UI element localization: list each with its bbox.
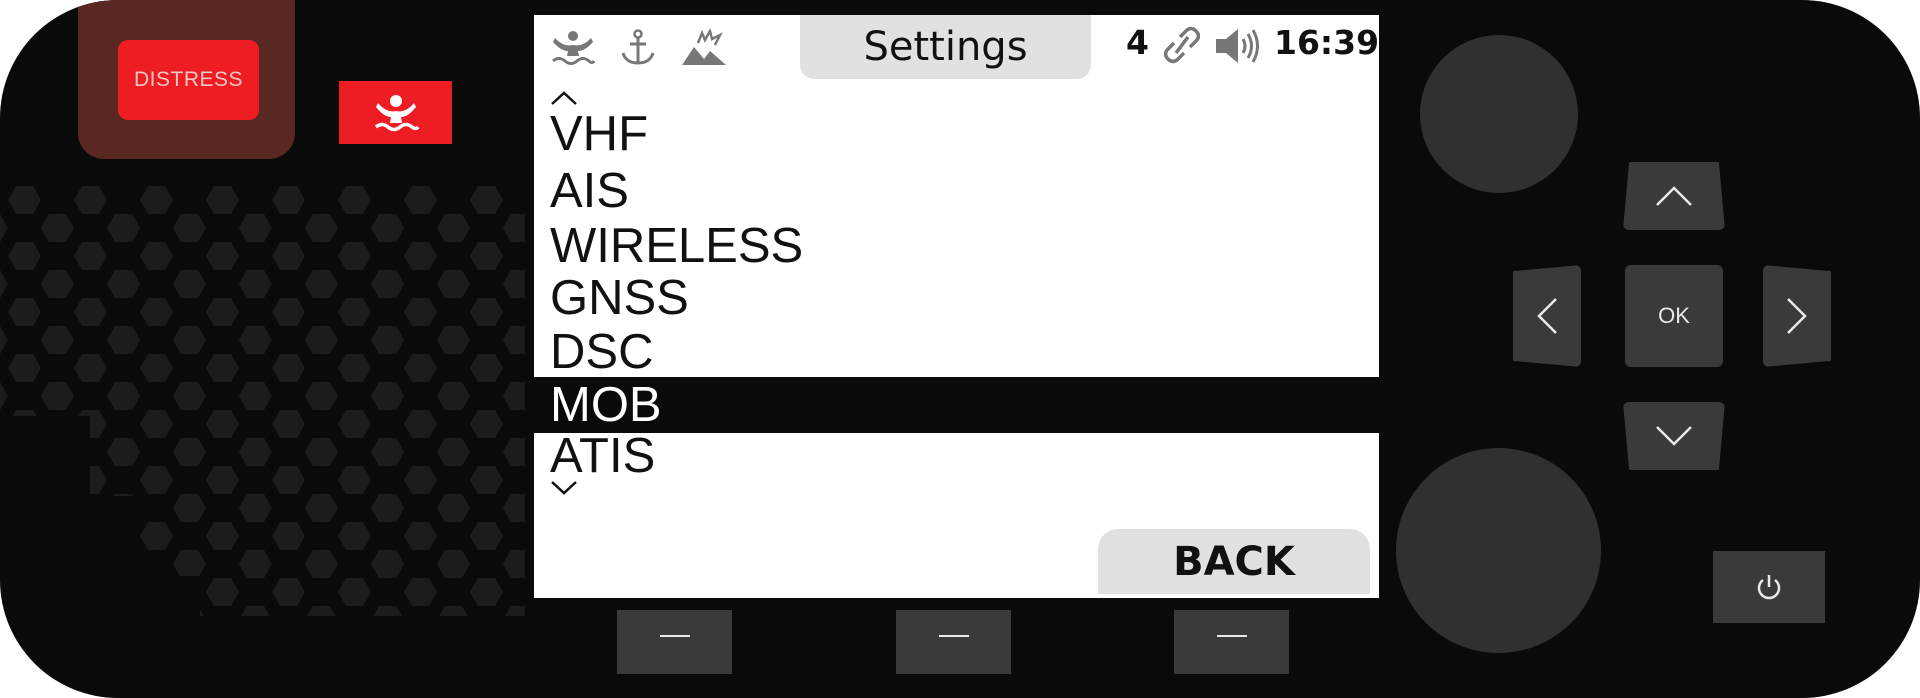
- menu-item-atis[interactable]: ATIS: [534, 429, 1379, 483]
- man-overboard-icon: [374, 94, 419, 131]
- power-button[interactable]: [1713, 551, 1825, 623]
- man-overboard-status-icon: [552, 31, 596, 65]
- menu-item-wireless[interactable]: WIRELESS: [534, 219, 1379, 273]
- ok-button[interactable]: OK: [1625, 265, 1723, 367]
- chevron-right-icon: [1787, 298, 1807, 334]
- chevron-left-icon: [1537, 298, 1557, 334]
- volume-knob[interactable]: [1396, 448, 1601, 653]
- soft-key-1[interactable]: [617, 610, 732, 674]
- power-icon: [1757, 575, 1781, 600]
- chevron-down-icon: [551, 481, 577, 495]
- speaker-grille: [0, 186, 525, 616]
- down-button[interactable]: [1623, 402, 1725, 470]
- back-button[interactable]: BACK: [1098, 529, 1370, 594]
- channel-knob[interactable]: [1420, 35, 1578, 193]
- ship-aground-icon: [682, 29, 726, 65]
- clock: 16:39: [1274, 23, 1379, 62]
- chevron-up-icon: [551, 91, 577, 105]
- left-button[interactable]: [1513, 265, 1581, 367]
- soft-key-2[interactable]: [896, 610, 1011, 674]
- chevron-up-icon: [1656, 186, 1692, 206]
- menu-item-dsc[interactable]: DSC: [534, 325, 1379, 379]
- dash-icon: [1216, 635, 1247, 637]
- speaker-volume-icon: [1216, 29, 1259, 63]
- menu-item-vhf[interactable]: VHF: [534, 107, 1379, 161]
- soft-key-3[interactable]: [1174, 610, 1289, 674]
- anchor-icon: [621, 29, 655, 65]
- distress-button[interactable]: DISTRESS: [118, 40, 259, 120]
- menu-item-gnss[interactable]: GNSS: [534, 271, 1379, 325]
- chevron-down-icon: [1656, 426, 1692, 446]
- display-screen: Settings 4 16:39 VHF AIS WIRELESS GNSS D…: [534, 15, 1379, 598]
- menu-item-ais[interactable]: AIS: [534, 164, 1379, 218]
- radio-device: DISTRESS Settings 4 16:39 VHF AIS WIRELE…: [0, 0, 1920, 698]
- channel-count: 4: [1126, 23, 1149, 62]
- dash-icon: [659, 635, 690, 637]
- dash-icon: [938, 635, 969, 637]
- right-button[interactable]: [1763, 265, 1831, 367]
- link-icon: [1164, 26, 1200, 64]
- man-overboard-button[interactable]: [339, 81, 452, 144]
- ok-label: OK: [1658, 303, 1690, 328]
- up-button[interactable]: [1623, 162, 1725, 230]
- menu-item-mob[interactable]: MOB: [534, 377, 1379, 433]
- page-title: Settings: [800, 15, 1091, 79]
